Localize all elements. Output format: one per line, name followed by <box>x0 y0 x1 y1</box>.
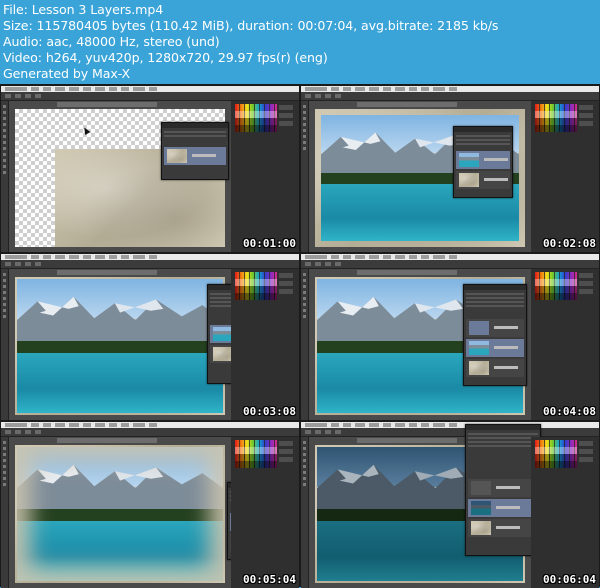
timestamp: 00:03:08 <box>243 405 296 418</box>
swatches-panel <box>235 272 277 300</box>
options-bar <box>301 428 599 437</box>
file-size-line: Size: 115780405 bytes (110.42 MiB), dura… <box>3 18 499 33</box>
thumbnail-1[interactable]: 00:01:00 <box>1 86 299 252</box>
video-info-line: Video: h264, yuv420p, 1280x720, 29.97 fp… <box>3 50 328 65</box>
timestamp: 00:05:04 <box>243 573 296 586</box>
document-canvas[interactable] <box>15 277 225 415</box>
cursor-icon <box>81 125 91 136</box>
right-panels <box>531 101 599 252</box>
timestamp: 00:06:04 <box>543 573 596 586</box>
thumbnail-3[interactable]: 00:03:08 <box>1 254 299 420</box>
options-bar <box>1 92 299 101</box>
right-panels <box>531 437 599 588</box>
tools-panel <box>301 437 309 588</box>
generator-line: Generated by Max-X <box>3 66 131 81</box>
swatches-panel <box>235 104 277 132</box>
right-panels <box>231 101 299 252</box>
layer-item[interactable] <box>164 147 226 165</box>
thumbnail-grid: 00:01:00 00:02:08 00:03:08 00:04:08 00:0… <box>0 84 600 588</box>
swatches-panel <box>535 104 577 132</box>
options-bar <box>1 260 299 269</box>
layer-item[interactable] <box>468 519 538 537</box>
document-tab <box>57 438 157 443</box>
thumbnail-4[interactable]: 00:04:08 <box>301 254 599 420</box>
lake-photo <box>17 279 223 413</box>
tools-panel <box>301 269 309 420</box>
file-info-header: File: Lesson 3 Layers.mp4 Size: 11578040… <box>0 0 600 84</box>
swatches-panel <box>535 440 577 468</box>
document-tab <box>57 102 157 107</box>
right-panels <box>231 269 299 420</box>
timestamp: 00:02:08 <box>543 237 596 250</box>
layer-item[interactable] <box>456 151 510 169</box>
layer-item[interactable] <box>456 171 510 189</box>
thumbnail-2[interactable]: 00:02:08 <box>301 86 599 252</box>
document-tab <box>57 270 157 275</box>
document-tab <box>357 102 457 107</box>
options-bar <box>301 92 599 101</box>
layers-panel <box>161 122 229 180</box>
layers-panel <box>453 126 513 198</box>
audio-info-line: Audio: aac, 48000 Hz, stereo (und) <box>3 34 220 49</box>
document-tab <box>357 438 457 443</box>
layers-panel <box>465 424 541 556</box>
lake-photo <box>17 447 223 581</box>
right-panels <box>531 269 599 420</box>
canvas-area <box>9 269 231 420</box>
tools-panel <box>301 101 309 252</box>
swatches-panel <box>535 272 577 300</box>
right-panels <box>231 437 299 588</box>
layer-item[interactable] <box>466 319 524 337</box>
layer-item[interactable] <box>468 479 538 497</box>
file-name-line: File: Lesson 3 Layers.mp4 <box>3 2 164 17</box>
layer-item[interactable] <box>466 359 524 377</box>
tools-panel <box>1 101 9 252</box>
options-bar <box>301 260 599 269</box>
document-canvas[interactable] <box>15 445 225 583</box>
tools-panel <box>1 437 9 588</box>
thumbnail-5[interactable]: 00:05:04 <box>1 422 299 588</box>
options-bar <box>1 428 299 437</box>
document-tab <box>357 270 457 275</box>
thumbnail-6[interactable]: 00:06:04 <box>301 422 599 588</box>
canvas-area <box>9 437 231 588</box>
layer-item[interactable] <box>468 499 538 517</box>
tools-panel <box>1 269 9 420</box>
timestamp: 00:04:08 <box>543 405 596 418</box>
layer-item[interactable] <box>466 339 524 357</box>
timestamp: 00:01:00 <box>243 237 296 250</box>
swatches-panel <box>235 440 277 468</box>
layers-panel <box>463 284 527 386</box>
